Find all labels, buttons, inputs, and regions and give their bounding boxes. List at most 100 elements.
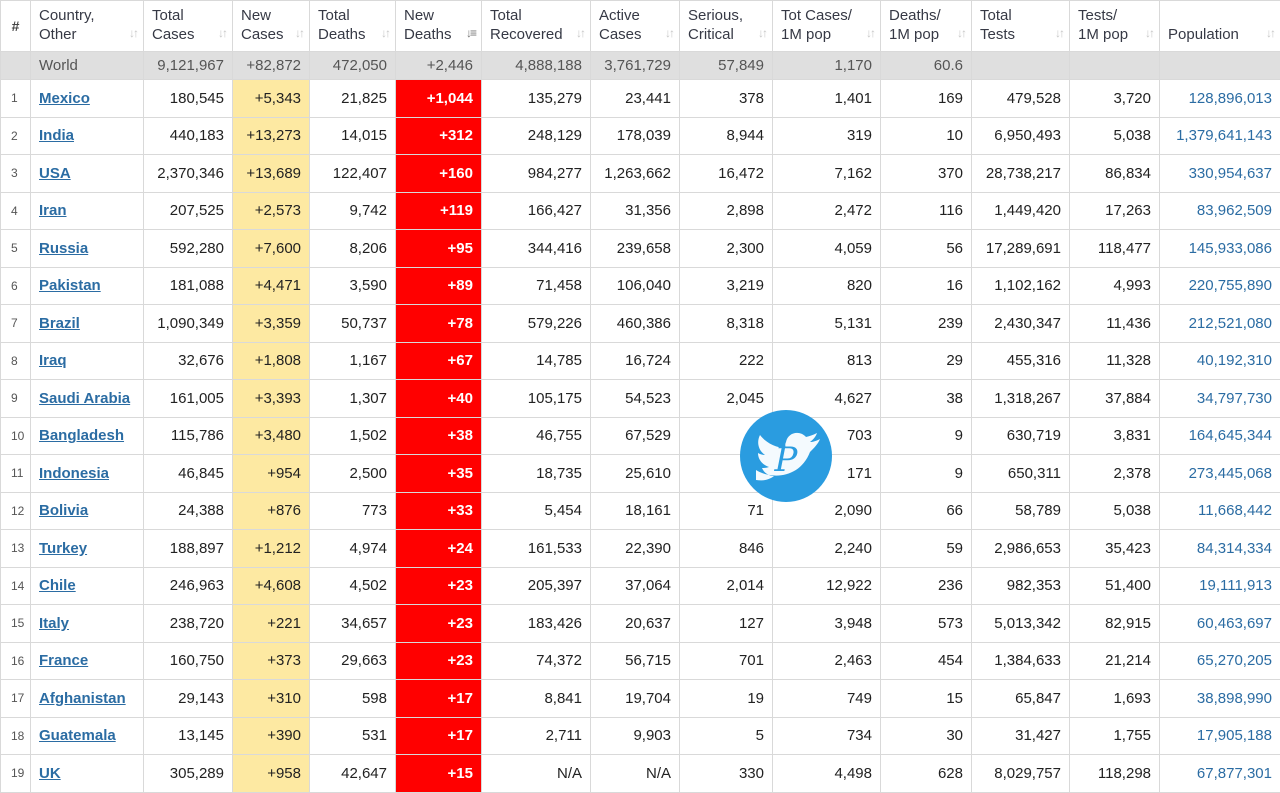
new-cases-cell: +310 bbox=[233, 680, 310, 718]
serious-critical-cell: 127 bbox=[680, 605, 773, 643]
header-deaths-per-million[interactable]: Deaths/1M pop↓↑ bbox=[881, 1, 972, 52]
country-link[interactable]: Indonesia bbox=[39, 465, 109, 482]
rank-cell: 12 bbox=[1, 492, 31, 530]
population-cell: 83,962,509 bbox=[1160, 192, 1280, 230]
rank-cell: 6 bbox=[1, 267, 31, 305]
total-deaths-cell: 4,502 bbox=[310, 567, 396, 605]
country-cell: Indonesia bbox=[31, 455, 144, 493]
active-cases-cell: 19,704 bbox=[591, 680, 680, 718]
population-cell: 273,445,068 bbox=[1160, 455, 1280, 493]
country-cell: Saudi Arabia bbox=[31, 380, 144, 418]
active-cases-cell: 23,441 bbox=[591, 80, 680, 118]
active-cases-cell: 239,658 bbox=[591, 230, 680, 268]
new-cases-cell: +954 bbox=[233, 455, 310, 493]
cases-per-m-cell: 734 bbox=[773, 717, 881, 755]
country-link[interactable]: Bangladesh bbox=[39, 427, 124, 444]
header-cases-per-million[interactable]: Tot Cases/1M pop↓↑ bbox=[773, 1, 881, 52]
sort-icon: ↓↑ bbox=[758, 24, 766, 43]
header-total-cases[interactable]: TotalCases↓↑ bbox=[144, 1, 233, 52]
tests-per-m-cell: 37,884 bbox=[1070, 380, 1160, 418]
total-cases-cell: 246,963 bbox=[144, 567, 233, 605]
new-cases-cell: +13,273 bbox=[233, 117, 310, 155]
active-cases-cell: 37,064 bbox=[591, 567, 680, 605]
population-cell: 84,314,334 bbox=[1160, 530, 1280, 568]
sort-icon: ↓↑ bbox=[866, 24, 874, 43]
header-active-cases[interactable]: ActiveCases↓↑ bbox=[591, 1, 680, 52]
total-cases-cell: 29,143 bbox=[144, 680, 233, 718]
population-cell: 145,933,086 bbox=[1160, 230, 1280, 268]
header-new-deaths[interactable]: NewDeaths↓≡ bbox=[396, 1, 482, 52]
country-link[interactable]: Iran bbox=[39, 202, 67, 219]
active-cases-cell: 1,263,662 bbox=[591, 155, 680, 193]
total-tests-cell: 1,318,267 bbox=[972, 380, 1070, 418]
country-link[interactable]: Iraq bbox=[39, 352, 67, 369]
country-link[interactable]: USA bbox=[39, 165, 71, 182]
new-deaths-cell: +89 bbox=[396, 267, 482, 305]
new-cases-cell: +4,608 bbox=[233, 567, 310, 605]
header-total-tests[interactable]: TotalTests↓↑ bbox=[972, 1, 1070, 52]
total-deaths-cell: 4,974 bbox=[310, 530, 396, 568]
country-link[interactable]: Italy bbox=[39, 615, 69, 632]
deaths-per-m-cell: 239 bbox=[881, 305, 972, 343]
serious-critical-cell: 846 bbox=[680, 530, 773, 568]
new-cases-cell: +13,689 bbox=[233, 155, 310, 193]
total-cases-cell: 180,545 bbox=[144, 80, 233, 118]
country-link[interactable]: Saudi Arabia bbox=[39, 390, 130, 407]
table-row: 10Bangladesh115,786+3,4801,502+3846,7556… bbox=[1, 417, 1280, 455]
header-total-recovered[interactable]: TotalRecovered↓↑ bbox=[482, 1, 591, 52]
country-link[interactable]: UK bbox=[39, 765, 61, 782]
table-row: 2India440,183+13,27314,015+312248,129178… bbox=[1, 117, 1280, 155]
header-tests-per-million[interactable]: Tests/1M pop↓↑ bbox=[1070, 1, 1160, 52]
country-cell: Russia bbox=[31, 230, 144, 268]
rank-cell: 14 bbox=[1, 567, 31, 605]
country-link[interactable]: Guatemala bbox=[39, 727, 116, 744]
country-link[interactable]: France bbox=[39, 652, 88, 669]
country-link[interactable]: Chile bbox=[39, 577, 76, 594]
total-recovered-cell: 71,458 bbox=[482, 267, 591, 305]
total-recovered-cell: 105,175 bbox=[482, 380, 591, 418]
country-link[interactable]: Mexico bbox=[39, 90, 90, 107]
new-cases-cell: +876 bbox=[233, 492, 310, 530]
country-link[interactable]: Brazil bbox=[39, 315, 80, 332]
total-tests-cell: 982,353 bbox=[972, 567, 1070, 605]
header-rank[interactable]: # bbox=[1, 1, 31, 52]
total-deaths-cell: 1,307 bbox=[310, 380, 396, 418]
deaths-per-m-cell: 16 bbox=[881, 267, 972, 305]
active-cases-cell: 16,724 bbox=[591, 342, 680, 380]
rank-cell: 19 bbox=[1, 755, 31, 793]
total-cases-cell: 24,388 bbox=[144, 492, 233, 530]
total-recovered-cell: N/A bbox=[482, 755, 591, 793]
header-total-deaths[interactable]: TotalDeaths↓↑ bbox=[310, 1, 396, 52]
serious-critical-cell: 19 bbox=[680, 680, 773, 718]
tests-per-m-cell: 2,378 bbox=[1070, 455, 1160, 493]
table-row: 3USA2,370,346+13,689122,407+160984,2771,… bbox=[1, 155, 1280, 193]
active-cases-cell: 9,903 bbox=[591, 717, 680, 755]
header-new-cases[interactable]: NewCases↓↑ bbox=[233, 1, 310, 52]
header-cases-per-m-line1: Tot Cases/ bbox=[781, 7, 852, 24]
country-link[interactable]: Turkey bbox=[39, 540, 87, 557]
country-link[interactable]: Bolivia bbox=[39, 502, 88, 519]
country-link[interactable]: Afghanistan bbox=[39, 690, 126, 707]
country-link[interactable]: India bbox=[39, 127, 74, 144]
sort-icon: ↓↑ bbox=[1055, 24, 1063, 43]
total-recovered-cell: 46,755 bbox=[482, 417, 591, 455]
sort-icon: ↓↑ bbox=[1145, 24, 1153, 43]
country-link[interactable]: Pakistan bbox=[39, 277, 101, 294]
header-serious-critical[interactable]: Serious,Critical↓↑ bbox=[680, 1, 773, 52]
population-cell: 220,755,890 bbox=[1160, 267, 1280, 305]
country-link[interactable]: Russia bbox=[39, 240, 88, 257]
deaths-per-m-cell: 116 bbox=[881, 192, 972, 230]
new-deaths-cell: +160 bbox=[396, 155, 482, 193]
header-country[interactable]: Country,Other↓↑ bbox=[31, 1, 144, 52]
table-row: 12Bolivia24,388+876773+335,45418,161712,… bbox=[1, 492, 1280, 530]
header-population[interactable]: Population↓↑ bbox=[1160, 1, 1280, 52]
new-cases-cell: +2,573 bbox=[233, 192, 310, 230]
table-row: 13Turkey188,897+1,2124,974+24161,53322,3… bbox=[1, 530, 1280, 568]
tests-per-m-cell: 1,693 bbox=[1070, 680, 1160, 718]
cases-per-m-cell: 813 bbox=[773, 342, 881, 380]
rank-cell: 15 bbox=[1, 605, 31, 643]
total-deaths-cell: 34,657 bbox=[310, 605, 396, 643]
total-recovered-cell: 18,735 bbox=[482, 455, 591, 493]
serious-critical-cell: 3,219 bbox=[680, 267, 773, 305]
sort-icon: ↓↑ bbox=[129, 24, 137, 43]
